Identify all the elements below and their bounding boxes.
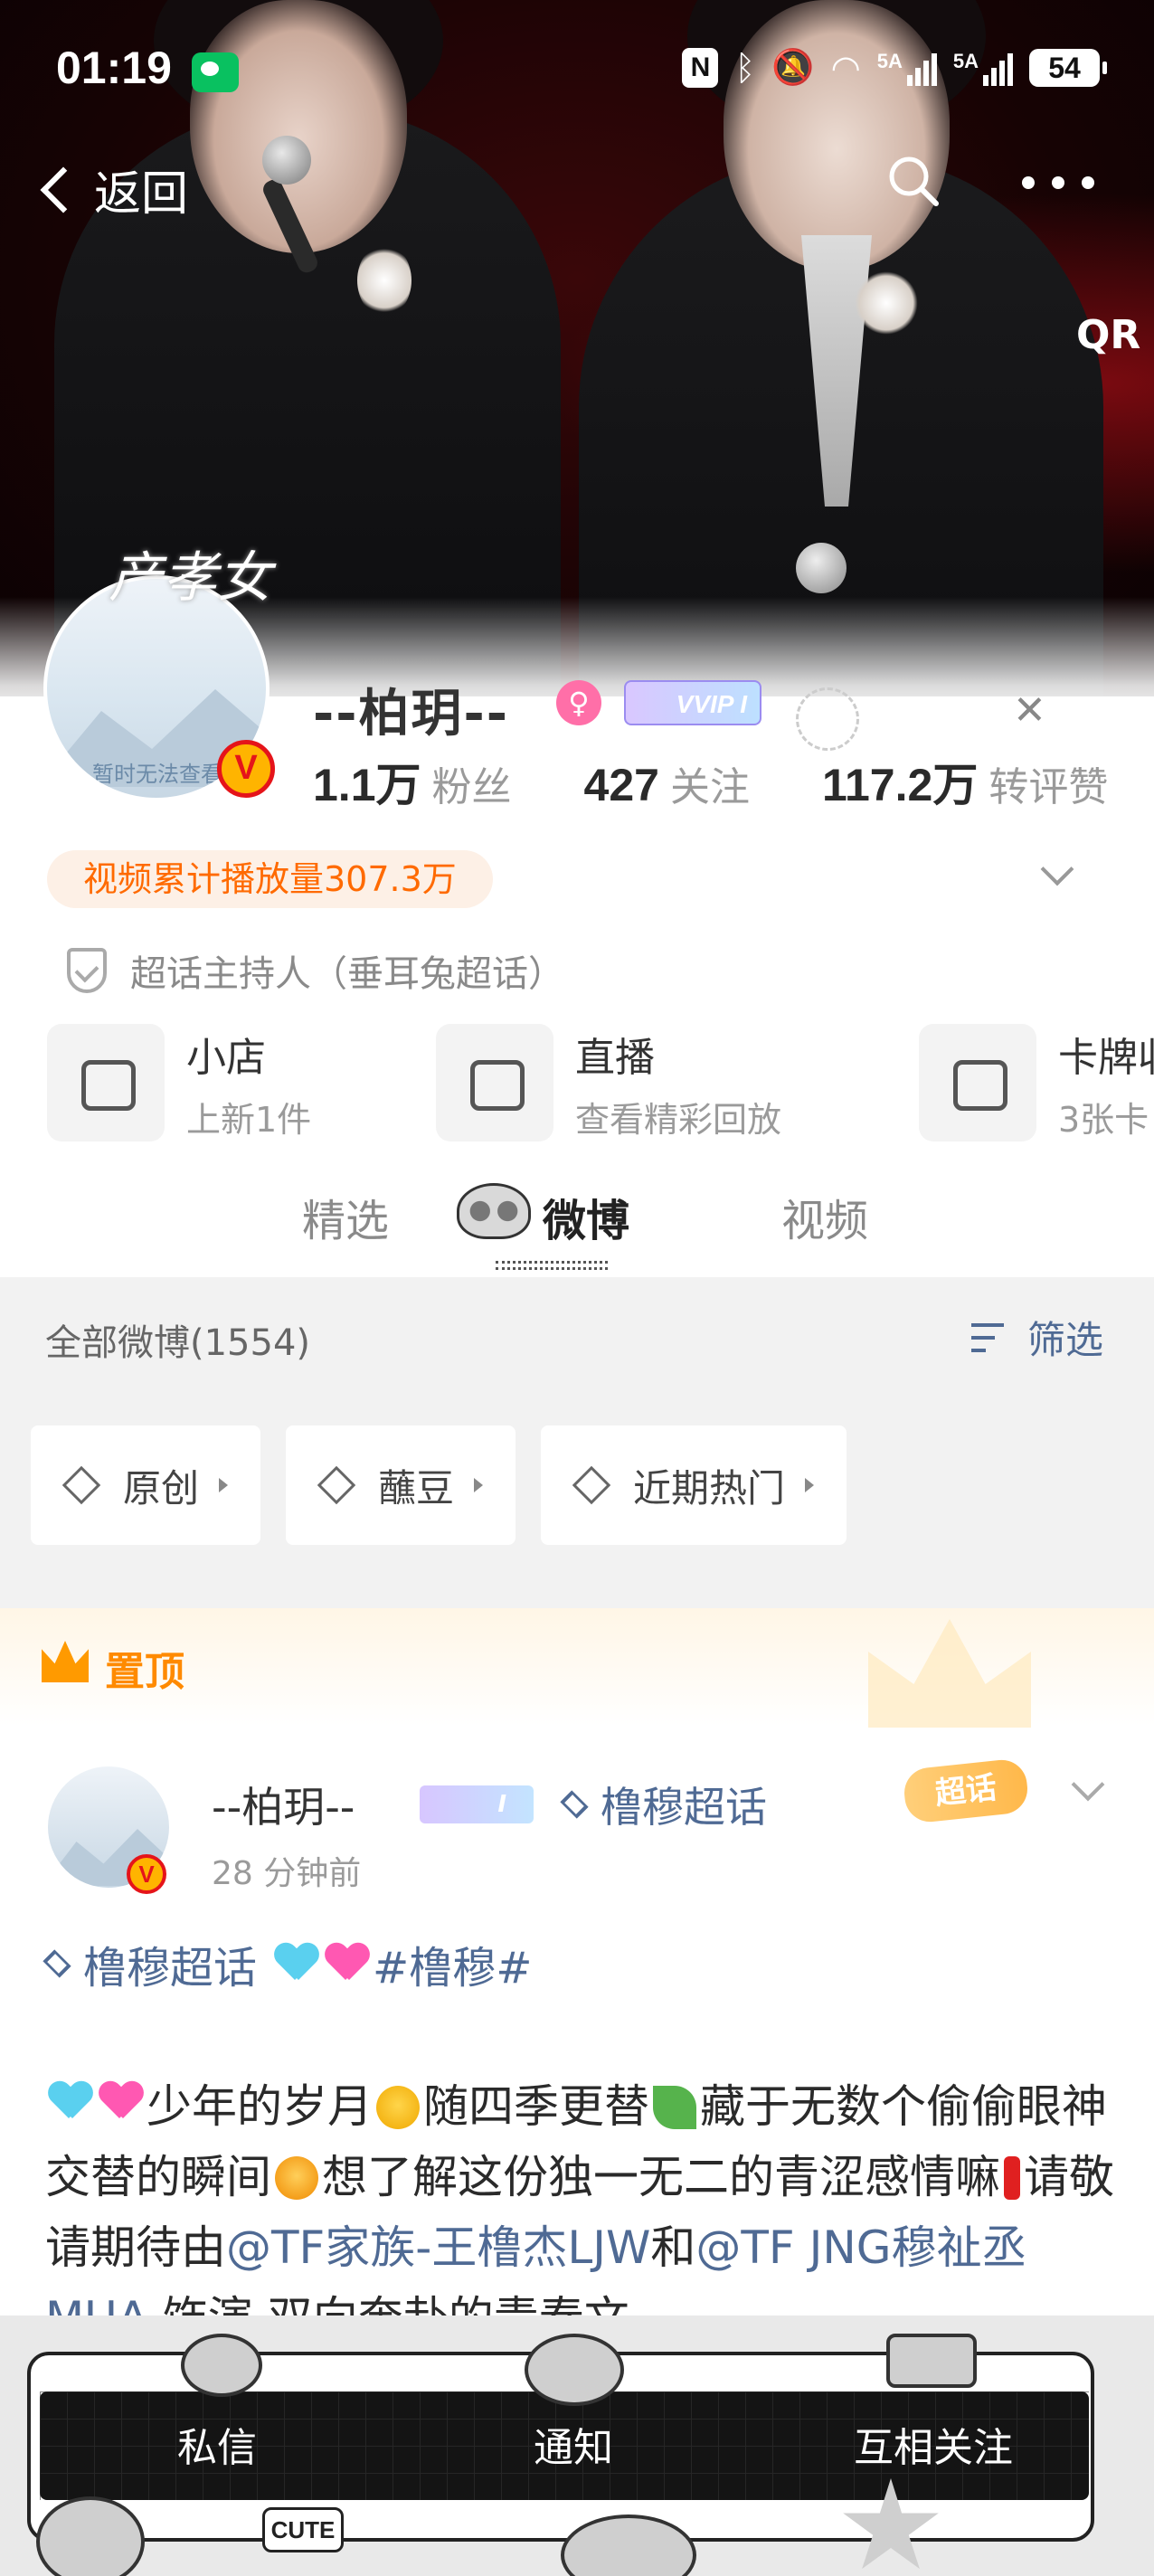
super-topic-host[interactable]: 超话主持人（垂耳兔超话）: [67, 944, 564, 997]
bluetooth-icon: ᛒ: [734, 47, 756, 88]
likes-stat[interactable]: 117.2万 转评赞: [822, 749, 1108, 814]
notifications-button[interactable]: 通知: [534, 2415, 613, 2473]
post-body: 少年的岁月 随四季更替 藏于无数个偷偷眼神交替的瞬间 想了解这份独一无二的青涩感情嘛请…: [45, 2071, 1121, 2353]
search-icon[interactable]: [886, 154, 941, 208]
profile-tabs: 精选 微博 视频: [0, 1167, 1154, 1275]
service-cards[interactable]: 卡牌收 3张卡: [919, 1024, 1154, 1141]
tv-icon: [436, 1024, 553, 1141]
shield-check-icon: [67, 948, 107, 993]
avatar-frame-decoration: 产孝女: [109, 546, 271, 610]
diamond-icon: [43, 1949, 71, 1978]
video-play-count-badge[interactable]: 视频累计播放量307.3万: [47, 850, 493, 908]
mute-bell-icon: 🔕: [771, 47, 815, 87]
wechat-notification-icon: [192, 52, 239, 92]
messages-button[interactable]: 私信: [177, 2415, 257, 2473]
verified-badge-icon: V: [217, 740, 275, 798]
post-author-name[interactable]: --柏玥--: [212, 1775, 355, 1834]
book-sticker-icon: [886, 2334, 977, 2388]
chip-zhandou[interactable]: 蘸豆: [286, 1425, 516, 1545]
vvip-badge[interactable]: VVIP I: [624, 680, 761, 725]
pink-heart-icon: [326, 1944, 369, 1984]
cute-sticker: CUTE: [262, 2507, 344, 2552]
status-time: 01:19: [56, 43, 172, 93]
chevron-left-icon: [40, 166, 87, 213]
female-icon: ♀: [556, 680, 601, 725]
leaf-emoji-icon: [653, 2086, 696, 2129]
cat-sticker-icon: [525, 2334, 624, 2406]
caret-right-icon: [805, 1478, 815, 1492]
signal-icon: 5A: [953, 50, 1013, 86]
profile-stats: 1.1万 粉丝 427 关注 117.2万 转评赞: [313, 749, 1108, 814]
shop-icon: [47, 1024, 165, 1141]
chevron-down-icon[interactable]: [1040, 852, 1074, 886]
service-shortcuts: 小店 上新1件 直播 查看精彩回放 卡牌收 3张卡: [47, 1024, 1154, 1141]
host-label: 超话主持人（垂耳兔超话）: [130, 953, 564, 995]
pink-heart-icon: [99, 2082, 143, 2122]
status-bar: 01:19 N ᛒ 🔕 ◠ 5A 5A 54: [0, 0, 1154, 145]
filter-label: 筛选: [1027, 1318, 1104, 1362]
bow-icon: [457, 1183, 531, 1239]
service-live[interactable]: 直播 查看精彩回放: [436, 1024, 781, 1141]
signal-icon: 5A: [877, 50, 937, 86]
tab-video[interactable]: 视频: [781, 1185, 868, 1248]
tab-weibo[interactable]: 微博: [543, 1185, 629, 1248]
brooch-decoration: [357, 244, 411, 317]
caret-right-icon: [474, 1478, 484, 1492]
mutual-follow-button[interactable]: 互相关注: [854, 2415, 1013, 2473]
post-super-topic-link[interactable]: 橹穆超话: [560, 1775, 767, 1834]
status-icons: N ᛒ 🔕 ◠ 5A 5A 54: [682, 47, 1107, 88]
blue-heart-icon: [49, 2082, 92, 2122]
bottom-action-bar: CUTE 私信 通知 互相关注: [0, 2316, 1154, 2576]
filter-icon: [971, 1320, 1017, 1356]
mention-link[interactable]: @TF家族-王橹杰LJW: [226, 2221, 650, 2274]
nfc-icon: N: [682, 47, 719, 88]
active-tab-indicator: [496, 1261, 608, 1270]
blue-heart-icon: [275, 1944, 318, 1984]
filter-button[interactable]: 筛选: [971, 1310, 1103, 1365]
topic-link[interactable]: 橹穆超话: [43, 1932, 257, 1995]
card-icon: [919, 1024, 1036, 1141]
bow-decoration-icon: ✕: [1013, 687, 1046, 734]
chip-recent-hot[interactable]: 近期热门: [541, 1425, 847, 1545]
post-tag-line: 橹穆超话 #橹穆#: [43, 1932, 532, 1995]
diamond-icon: [560, 1790, 589, 1819]
banner-logo: QR: [1076, 312, 1141, 358]
post-timestamp: 28 分钟前: [212, 1855, 362, 1892]
avatar[interactable]: 暂时无法查看 产孝女 V: [36, 543, 280, 801]
following-stat[interactable]: 427 关注: [584, 754, 750, 812]
hashtag-link[interactable]: #橹穆#: [373, 1932, 532, 1995]
vip-badge: I: [420, 1785, 534, 1823]
verified-badge-icon: V: [127, 1854, 166, 1894]
pinned-label: 置顶: [105, 1649, 184, 1695]
fans-stat[interactable]: 1.1万 粉丝: [313, 749, 512, 814]
microphone-icon: [796, 543, 847, 593]
layers-icon: [317, 1465, 356, 1505]
more-options-icon[interactable]: [1022, 176, 1094, 194]
service-shop[interactable]: 小店 上新1件: [47, 1024, 311, 1141]
all-posts-count: 全部微博(1554): [45, 1322, 311, 1364]
chevron-down-icon[interactable]: [1071, 1767, 1105, 1802]
feed-chips: 原创 蘸豆 近期热门: [31, 1425, 847, 1545]
back-button[interactable]: 返回: [36, 156, 188, 223]
brooch-decoration: [855, 271, 918, 335]
caret-right-icon: [219, 1478, 229, 1492]
wifi-icon: ◠: [830, 47, 861, 88]
back-label: 返回: [94, 167, 189, 222]
super-topic-tag: 超话: [902, 1757, 1030, 1824]
smiling-hearts-emoji-icon: [275, 2156, 318, 2200]
cupcake-sticker-icon: [181, 2334, 262, 2397]
decoration-ring-icon: [796, 687, 859, 751]
battery-icon: 54: [1029, 48, 1107, 87]
exclamation-emoji-icon: [1004, 2156, 1020, 2200]
layers-icon: [572, 1465, 611, 1505]
layers-icon: [61, 1465, 101, 1505]
chip-original[interactable]: 原创: [31, 1425, 261, 1545]
profile-name: --柏玥--: [313, 685, 509, 743]
avatar-caption: 暂时无法查看: [92, 762, 222, 787]
tab-featured[interactable]: 精选: [302, 1185, 389, 1248]
wink-emoji-icon: [376, 2086, 420, 2129]
